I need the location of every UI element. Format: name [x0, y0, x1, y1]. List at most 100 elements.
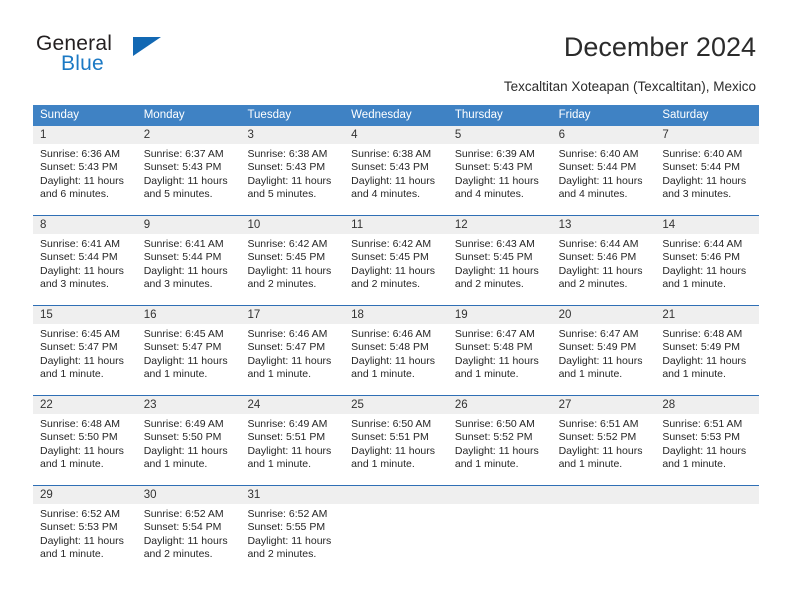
day-cell[interactable]: 18 Sunrise: 6:46 AM Sunset: 5:48 PM Dayligh… — [344, 306, 448, 395]
day-number: 31 — [240, 486, 345, 504]
sunrise-text: Sunrise: 6:47 AM — [454, 328, 535, 340]
weekday-header-sunday: Sunday — [40, 109, 80, 121]
day-info: Sunrise: 6:43 AM Sunset: 5:45 PM Daylight:… — [448, 234, 552, 292]
day-cell[interactable]: 11 Sunrise: 6:42 AM Sunset: 5:45 PM Dayligh… — [344, 216, 448, 305]
daylight-text: Daylight: 11 hours and 4 minutes. — [558, 174, 643, 201]
day-info: Sunrise: 6:51 AM Sunset: 5:53 PM Daylight:… — [655, 414, 759, 472]
daylight-text: Daylight: 11 hours and 1 minute. — [40, 354, 124, 381]
day-info: Sunrise: 6:38 AM Sunset: 5:43 PM Daylight:… — [344, 144, 448, 202]
day-cell[interactable]: 15 Sunrise: 6:45 AM Sunset: 5:47 PM Dayligh… — [33, 306, 137, 395]
calendar-page: General Blue December 2024 Texcaltitan X… — [0, 0, 792, 612]
sunrise-text: Sunrise: 6:50 AM — [351, 418, 432, 430]
day-cell[interactable]: 14 Sunrise: 6:44 AM Sunset: 5:46 PM Dayligh… — [655, 216, 760, 305]
day-info: Sunrise: 6:52 AM Sunset: 5:54 PM Daylight:… — [137, 504, 241, 562]
calendar-week-cells: 1 Sunrise: 6:36 AM Sunset: 5:43 PM Daylight… — [33, 126, 760, 215]
day-cell[interactable]: 2 Sunrise: 6:37 AM Sunset: 5:43 PM Daylight… — [136, 126, 241, 215]
day-number: 27 — [551, 396, 656, 414]
calendar-week-cells: 29 Sunrise: 6:52 AM Sunset: 5:53 PM Dayligh… — [33, 486, 760, 575]
day-number — [344, 486, 448, 504]
sunrise-text: Sunrise: 6:49 AM — [143, 418, 224, 430]
sunrise-text: Sunrise: 6:44 AM — [558, 238, 639, 250]
sunset-text: Sunset: 5:43 PM — [40, 161, 118, 174]
day-cell[interactable]: 5 Sunrise: 6:39 AM Sunset: 5:43 PM Daylight… — [447, 126, 552, 215]
daylight-text: Daylight: 11 hours and 3 minutes. — [143, 264, 228, 291]
day-cell[interactable]: 3 Sunrise: 6:38 AM Sunset: 5:43 PM Daylight… — [240, 126, 345, 215]
page-header: General Blue December 2024 Texcaltitan X… — [0, 0, 792, 104]
daylight-text: Daylight: 11 hours and 1 minute. — [662, 444, 747, 471]
day-cell[interactable]: 4 Sunrise: 6:38 AM Sunset: 5:43 PM Daylight… — [344, 126, 448, 215]
day-cell[interactable]: 30 Sunrise: 6:52 AM Sunset: 5:54 PM Dayligh… — [136, 486, 241, 575]
day-number: 5 — [447, 126, 552, 144]
calendar-week-row: 1 Sunrise: 6:36 AM Sunset: 5:43 PM Daylight… — [33, 126, 760, 215]
day-cell[interactable]: 12 Sunrise: 6:43 AM Sunset: 5:45 PM Dayligh… — [447, 216, 552, 305]
day-cell[interactable]: 7 Sunrise: 6:40 AM Sunset: 5:44 PM Daylight… — [655, 126, 760, 215]
sunset-text: Sunset: 5:48 PM — [351, 341, 429, 354]
day-cell[interactable]: 9 Sunrise: 6:41 AM Sunset: 5:44 PM Daylight… — [136, 216, 241, 305]
day-cell-empty — [551, 486, 656, 575]
day-cell[interactable]: 25 Sunrise: 6:50 AM Sunset: 5:51 PM Dayligh… — [344, 396, 448, 485]
sunset-text: Sunset: 5:51 PM — [351, 431, 429, 444]
weekday-header-row: Sunday Monday Tuesday Wednesday Thursday… — [33, 105, 759, 126]
day-cell[interactable]: 22 Sunrise: 6:48 AM Sunset: 5:50 PM Dayligh… — [33, 396, 137, 485]
sunset-text: Sunset: 5:44 PM — [40, 251, 118, 264]
day-cell[interactable]: 21 Sunrise: 6:48 AM Sunset: 5:49 PM Dayligh… — [655, 306, 760, 395]
sunset-text: Sunset: 5:54 PM — [143, 521, 222, 534]
day-cell[interactable]: 8 Sunrise: 6:41 AM Sunset: 5:44 PM Daylight… — [33, 216, 137, 305]
day-number: 6 — [551, 126, 656, 144]
day-cell[interactable]: 10 Sunrise: 6:42 AM Sunset: 5:45 PM Dayligh… — [240, 216, 345, 305]
sunrise-text: Sunrise: 6:42 AM — [247, 238, 328, 250]
sunset-text: Sunset: 5:48 PM — [454, 341, 533, 354]
day-info: Sunrise: 6:46 AM Sunset: 5:47 PM Daylight:… — [240, 324, 344, 382]
day-cell[interactable]: 26 Sunrise: 6:50 AM Sunset: 5:52 PM Dayligh… — [447, 396, 552, 485]
sunset-text: Sunset: 5:50 PM — [40, 431, 118, 444]
day-number: 16 — [136, 306, 241, 324]
daylight-text: Daylight: 11 hours and 1 minute. — [558, 354, 643, 381]
sunset-text: Sunset: 5:45 PM — [454, 251, 533, 264]
sunrise-text: Sunrise: 6:45 AM — [143, 328, 224, 340]
day-number — [551, 486, 656, 504]
sunset-text: Sunset: 5:52 PM — [454, 431, 533, 444]
day-info: Sunrise: 6:40 AM Sunset: 5:44 PM Daylight:… — [552, 144, 656, 202]
day-info: Sunrise: 6:46 AM Sunset: 5:48 PM Daylight:… — [344, 324, 448, 382]
day-cell[interactable]: 1 Sunrise: 6:36 AM Sunset: 5:43 PM Daylight… — [33, 126, 137, 215]
day-cell[interactable]: 27 Sunrise: 6:51 AM Sunset: 5:52 PM Dayligh… — [551, 396, 656, 485]
daylight-text: Daylight: 11 hours and 1 minute. — [247, 354, 332, 381]
daylight-text: Daylight: 11 hours and 3 minutes. — [40, 264, 124, 291]
sunset-text: Sunset: 5:47 PM — [247, 341, 326, 354]
brand-logo[interactable]: General Blue — [36, 32, 256, 84]
sunset-text: Sunset: 5:44 PM — [662, 161, 740, 174]
day-number: 18 — [344, 306, 448, 324]
daylight-text: Daylight: 11 hours and 2 minutes. — [247, 264, 332, 291]
day-cell[interactable]: 24 Sunrise: 6:49 AM Sunset: 5:51 PM Dayligh… — [240, 396, 345, 485]
daylight-text: Daylight: 11 hours and 3 minutes. — [662, 174, 747, 201]
day-info: Sunrise: 6:42 AM Sunset: 5:45 PM Daylight:… — [344, 234, 448, 292]
day-cell[interactable]: 31 Sunrise: 6:52 AM Sunset: 5:55 PM Dayligh… — [240, 486, 345, 575]
day-info: Sunrise: 6:42 AM Sunset: 5:45 PM Daylight:… — [240, 234, 344, 292]
sunset-text: Sunset: 5:43 PM — [351, 161, 429, 174]
day-cell[interactable]: 17 Sunrise: 6:46 AM Sunset: 5:47 PM Dayligh… — [240, 306, 345, 395]
sunset-text: Sunset: 5:44 PM — [558, 161, 637, 174]
weekday-header-monday: Monday — [143, 109, 185, 121]
weekday-header-tuesday: Tuesday — [247, 109, 292, 121]
sunset-text: Sunset: 5:51 PM — [247, 431, 326, 444]
calendar-weeks: 1 Sunrise: 6:36 AM Sunset: 5:43 PM Daylight… — [33, 126, 760, 575]
day-cell[interactable]: 16 Sunrise: 6:45 AM Sunset: 5:47 PM Dayligh… — [136, 306, 241, 395]
day-cell[interactable]: 19 Sunrise: 6:47 AM Sunset: 5:48 PM Dayligh… — [447, 306, 552, 395]
sunrise-text: Sunrise: 6:42 AM — [351, 238, 432, 250]
sunrise-text: Sunrise: 6:40 AM — [662, 148, 743, 160]
sunset-text: Sunset: 5:43 PM — [143, 161, 222, 174]
day-cell[interactable]: 6 Sunrise: 6:40 AM Sunset: 5:44 PM Daylight… — [551, 126, 656, 215]
day-cell[interactable]: 20 Sunrise: 6:47 AM Sunset: 5:49 PM Dayligh… — [551, 306, 656, 395]
sunset-text: Sunset: 5:53 PM — [40, 521, 118, 534]
calendar-grid: Sunday Monday Tuesday Wednesday Thursday… — [33, 105, 760, 575]
day-cell[interactable]: 29 Sunrise: 6:52 AM Sunset: 5:53 PM Dayligh… — [33, 486, 137, 575]
day-cell[interactable]: 23 Sunrise: 6:49 AM Sunset: 5:50 PM Dayligh… — [136, 396, 241, 485]
day-cell[interactable]: 28 Sunrise: 6:51 AM Sunset: 5:53 PM Dayligh… — [655, 396, 760, 485]
day-info: Sunrise: 6:44 AM Sunset: 5:46 PM Daylight:… — [655, 234, 759, 292]
day-number: 7 — [655, 126, 760, 144]
day-number: 26 — [447, 396, 552, 414]
day-number: 8 — [33, 216, 137, 234]
day-cell[interactable]: 13 Sunrise: 6:44 AM Sunset: 5:46 PM Dayligh… — [551, 216, 656, 305]
sunrise-text: Sunrise: 6:52 AM — [247, 508, 328, 520]
day-info: Sunrise: 6:39 AM Sunset: 5:43 PM Daylight:… — [448, 144, 552, 202]
